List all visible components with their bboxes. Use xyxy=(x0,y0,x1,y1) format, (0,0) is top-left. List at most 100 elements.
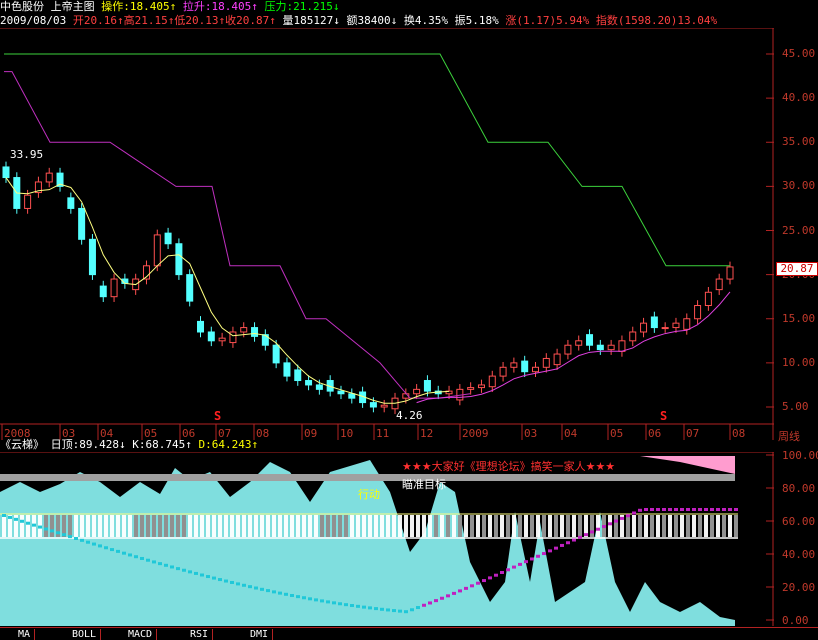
tab-rsi[interactable]: RSI xyxy=(186,629,214,640)
dot xyxy=(314,598,318,602)
ladder-bar xyxy=(506,515,510,537)
candle-body xyxy=(369,402,377,408)
dot xyxy=(116,549,120,553)
quote-index: 指数(1598.20)13.04% xyxy=(595,14,718,27)
price-tick: 30.00 xyxy=(782,179,816,193)
tab-boll[interactable]: BOLL xyxy=(68,629,102,640)
ladder-bar xyxy=(140,515,144,537)
dot xyxy=(650,508,654,511)
tab-dmi[interactable]: DMI xyxy=(246,629,274,640)
quote-volume: 量185127↓ xyxy=(282,14,340,27)
dot xyxy=(260,587,264,591)
dot xyxy=(422,603,426,607)
chart-name: 上帝主图 xyxy=(50,0,95,13)
tab-macd[interactable]: MACD xyxy=(124,629,158,640)
signal-s1: S xyxy=(214,409,221,423)
candle-body xyxy=(283,362,291,377)
dot xyxy=(56,531,60,535)
dot xyxy=(302,596,306,600)
dot xyxy=(254,586,258,590)
quote-low: 低20.13↑ xyxy=(174,14,226,27)
candle-body xyxy=(499,366,507,377)
dot xyxy=(296,595,300,599)
ladder-bar xyxy=(308,515,312,537)
ladder-bar xyxy=(164,515,168,537)
ladder-bar xyxy=(656,515,660,537)
dot xyxy=(128,553,132,557)
dot xyxy=(716,508,720,511)
candle-body xyxy=(423,380,431,392)
price-tick: 45.00 xyxy=(782,47,816,60)
tab-ma[interactable]: MA xyxy=(14,629,36,640)
ladder-bar xyxy=(416,515,420,537)
ladder-bar xyxy=(632,515,636,537)
candle-body xyxy=(218,337,226,342)
candle-body xyxy=(672,322,680,329)
ladder-bar xyxy=(440,515,444,537)
dot xyxy=(212,576,216,580)
candle-body xyxy=(477,384,485,389)
quote-amplitude: 振5.18% xyxy=(454,14,499,27)
ladder-bar xyxy=(536,515,540,537)
dot xyxy=(482,579,486,583)
candle-body xyxy=(542,357,550,368)
period-label[interactable]: 周线 xyxy=(778,428,800,444)
ladder-bar xyxy=(74,515,78,537)
candle-body xyxy=(553,353,561,366)
dot xyxy=(278,591,282,595)
dot xyxy=(428,601,432,605)
ladder-bar xyxy=(116,515,120,537)
price-tick: 5.00 xyxy=(782,400,809,413)
candle-body xyxy=(197,320,205,333)
press-value: 21.215↓ xyxy=(293,0,340,13)
dot xyxy=(374,607,378,611)
ladder-bar xyxy=(524,515,528,537)
dot xyxy=(158,562,162,566)
candle-body xyxy=(337,390,345,395)
ladder-bar xyxy=(338,515,342,537)
quote-amount: 额38400↓ xyxy=(346,14,398,27)
ladder-bar xyxy=(386,515,390,537)
indicator-chart[interactable] xyxy=(0,452,774,626)
ladder-bar xyxy=(278,515,282,537)
ladder-bar xyxy=(158,515,162,537)
candle-body xyxy=(305,380,313,386)
dot xyxy=(356,604,360,608)
candle-body xyxy=(67,197,75,209)
ladder-bar xyxy=(572,515,576,537)
ladder-bar xyxy=(236,515,240,537)
dot xyxy=(686,508,690,511)
dot xyxy=(332,601,336,605)
ladder-bar xyxy=(398,515,402,537)
ladder-bar xyxy=(422,515,426,537)
ladder-bar xyxy=(548,515,552,537)
price-chart[interactable]: 33.95 4.26 S S 2008 03 04 05 06 07 08 09 10 11 12 2… xyxy=(0,28,774,440)
time-label: 10 xyxy=(340,427,353,440)
ladder-bar xyxy=(218,515,222,537)
dot xyxy=(386,608,390,612)
dot xyxy=(590,530,594,534)
ladder-bar xyxy=(50,515,54,537)
price-tick: 15.00 xyxy=(782,311,816,325)
ladder-bar xyxy=(194,515,198,537)
candle-body xyxy=(531,366,539,373)
dot xyxy=(290,593,294,597)
dot xyxy=(86,540,90,544)
dot xyxy=(50,529,54,533)
candle-body xyxy=(164,232,172,245)
pull-value: 18.405↑ xyxy=(211,0,258,13)
candle-body xyxy=(175,243,183,276)
ladder-bar xyxy=(554,515,558,537)
sub-tick: 40.00 xyxy=(782,548,816,561)
candle-body xyxy=(521,360,529,373)
ladder-bar xyxy=(698,515,702,537)
dot xyxy=(62,533,66,537)
dot xyxy=(200,573,204,577)
ladder-bar xyxy=(446,515,450,537)
sub-tick: 100.00 xyxy=(782,449,818,462)
signal-s2: S xyxy=(660,409,667,423)
sub-d-label: D:64.243↑ xyxy=(198,438,259,451)
ladder-bar xyxy=(644,515,648,537)
ladder-bar xyxy=(578,515,582,537)
candle-body xyxy=(153,234,161,267)
